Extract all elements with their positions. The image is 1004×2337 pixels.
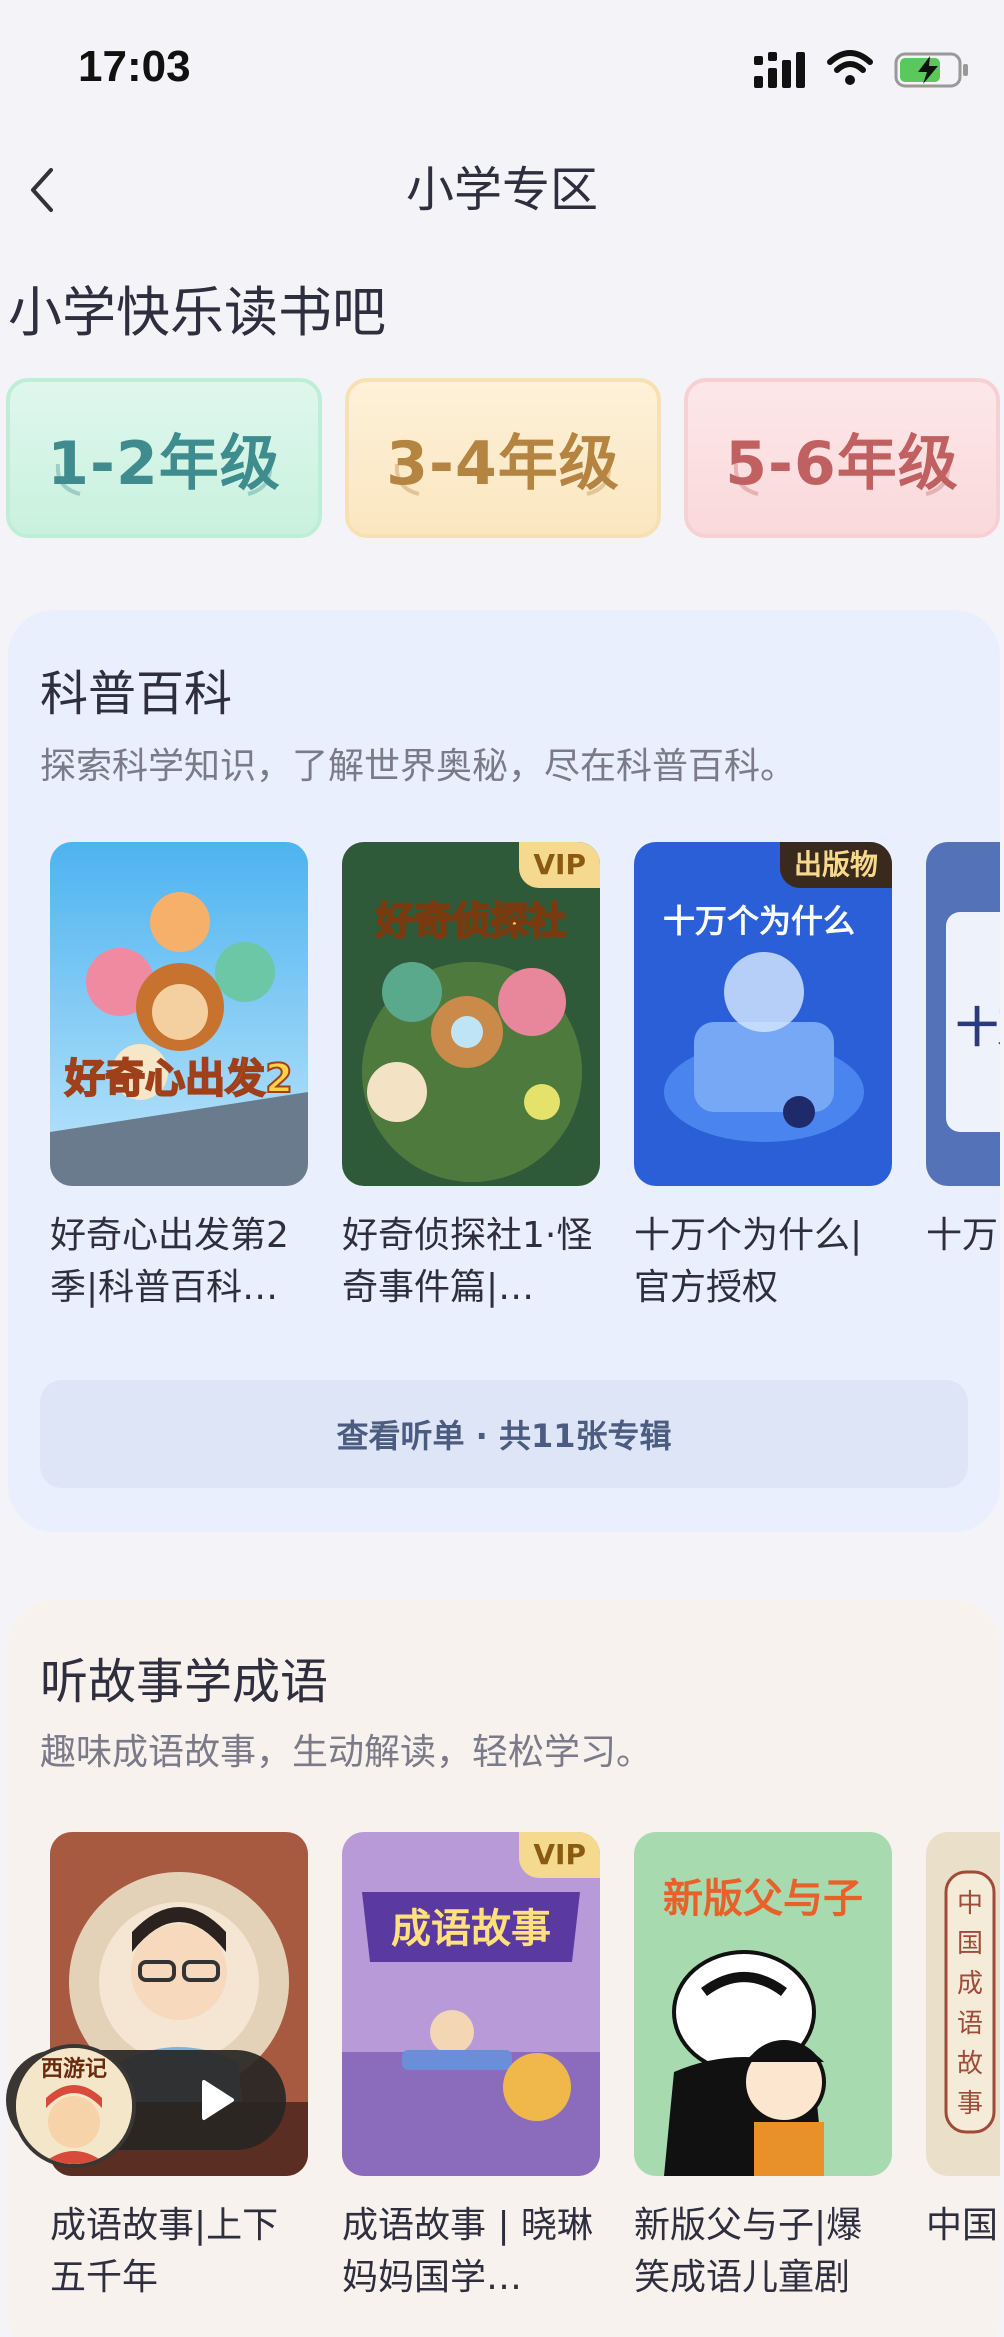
album-name: 中国	[926, 2205, 999, 2246]
page-title: 小学专区	[405, 162, 598, 218]
cover-text: 好奇侦探社	[375, 899, 566, 943]
mini-player-cover: 西游记	[12, 2044, 136, 2168]
album-cover: 十万个为什么 出版物	[634, 842, 892, 1186]
vip-badge: VIP	[519, 1832, 600, 1878]
chevron-left-icon	[31, 168, 53, 212]
album-name: 新版父与子|爆笑成语儿童剧	[634, 2205, 863, 2298]
album-cover: 中 国 成 语 故 事	[926, 1832, 1000, 2176]
mini-player[interactable]: 西游记	[6, 2044, 286, 2168]
laurel-icon	[733, 463, 759, 496]
album-item[interactable]: 新版父与子 新版父与子|爆笑成语儿童剧	[634, 1832, 892, 2304]
album-name: 好奇心出发第2季|科普百科…	[50, 1215, 289, 1308]
album-item[interactable]: 好奇侦探社 VIP 好奇侦探社1·怪奇事件篇|…	[342, 842, 600, 1314]
publication-badge: 出版物	[779, 842, 892, 888]
album-name: 好奇侦探社1·怪奇事件篇|…	[342, 1215, 593, 1308]
svg-text:国: 国	[957, 1929, 983, 1959]
album-item[interactable]: 成语故事 VIP 成语故事 | 晓琳妈妈国学…	[342, 1832, 600, 2304]
svg-text:中: 中	[957, 1889, 983, 1919]
album-item[interactable]: 十万 十万（第	[926, 842, 1000, 1314]
idioms-section-card: 听故事学成语 趣味成语故事，生动解读，轻松学习。 成语故事|上下五千年 成语故事…	[8, 1600, 1000, 2337]
album-item[interactable]: 中 国 成 语 故 事 中国	[926, 1832, 1000, 2304]
status-bar: 17:03	[0, 0, 1004, 140]
album-cover: 十万	[926, 842, 1000, 1186]
mini-cover-text: 西游记	[41, 2056, 107, 2082]
battery-icon	[894, 52, 968, 88]
cover-text: 成语故事	[391, 1906, 551, 1952]
grade-1-2-button[interactable]: 1-2年级	[6, 378, 322, 538]
album-item[interactable]: 好奇心出发2 好奇心出发第2季|科普百科…	[50, 842, 308, 1314]
laurel-icon	[247, 463, 273, 496]
section-title: 小学快乐读书吧	[8, 281, 386, 344]
card-description: 趣味成语故事，生动解读，轻松学习。	[40, 1732, 653, 1773]
grade-3-4-button[interactable]: 3-4年级	[345, 378, 661, 538]
laurel-icon	[586, 463, 612, 496]
card-description: 探索科学知识，了解世界奥秘，尽在科普百科。	[40, 746, 797, 787]
cover-text: 十万	[956, 1003, 1000, 1052]
back-button[interactable]	[18, 160, 66, 220]
wifi-icon	[827, 50, 873, 85]
album-name: 成语故事 | 晓琳妈妈国学…	[342, 2205, 594, 2298]
album-name: 成语故事|上下五千年	[50, 2205, 279, 2298]
cover-text: 好奇心出发2	[64, 1056, 293, 1102]
album-cover: 好奇侦探社 VIP	[342, 842, 600, 1186]
album-name: 十万（第	[926, 1215, 1000, 1256]
signal-icon	[754, 52, 805, 88]
laurel-icon	[925, 463, 951, 496]
card-title: 听故事学成语	[40, 1654, 329, 1710]
vip-badge: VIP	[519, 842, 600, 888]
album-item[interactable]: 十万个为什么 出版物 十万个为什么|官方授权	[634, 842, 892, 1314]
play-icon[interactable]	[194, 2078, 238, 2122]
laurel-icon	[55, 463, 81, 496]
laurel-icon	[394, 463, 420, 496]
svg-text:故: 故	[957, 2049, 983, 2079]
svg-text:语: 语	[957, 2009, 983, 2039]
svg-text:成: 成	[957, 1969, 983, 1999]
science-section-card: 科普百科 探索科学知识，了解世界奥秘，尽在科普百科。 好奇心出发2 好奇心出发第…	[8, 610, 1000, 1532]
album-cover: 新版父与子	[634, 1832, 892, 2176]
card-title: 科普百科	[40, 666, 233, 722]
view-playlist-button[interactable]: 查看听单 · 共11张专辑	[40, 1380, 968, 1488]
album-name: 十万个为什么|官方授权	[634, 1215, 863, 1308]
grade-5-6-button[interactable]: 5-6年级	[684, 378, 1000, 538]
album-cover: 好奇心出发2	[50, 842, 308, 1186]
album-cover: 成语故事 VIP	[342, 1832, 600, 2176]
cover-text: 十万个为什么	[663, 902, 855, 940]
status-time: 17:03	[78, 42, 191, 91]
cover-text: 新版父与子	[663, 1876, 863, 1922]
svg-text:事: 事	[957, 2089, 983, 2119]
